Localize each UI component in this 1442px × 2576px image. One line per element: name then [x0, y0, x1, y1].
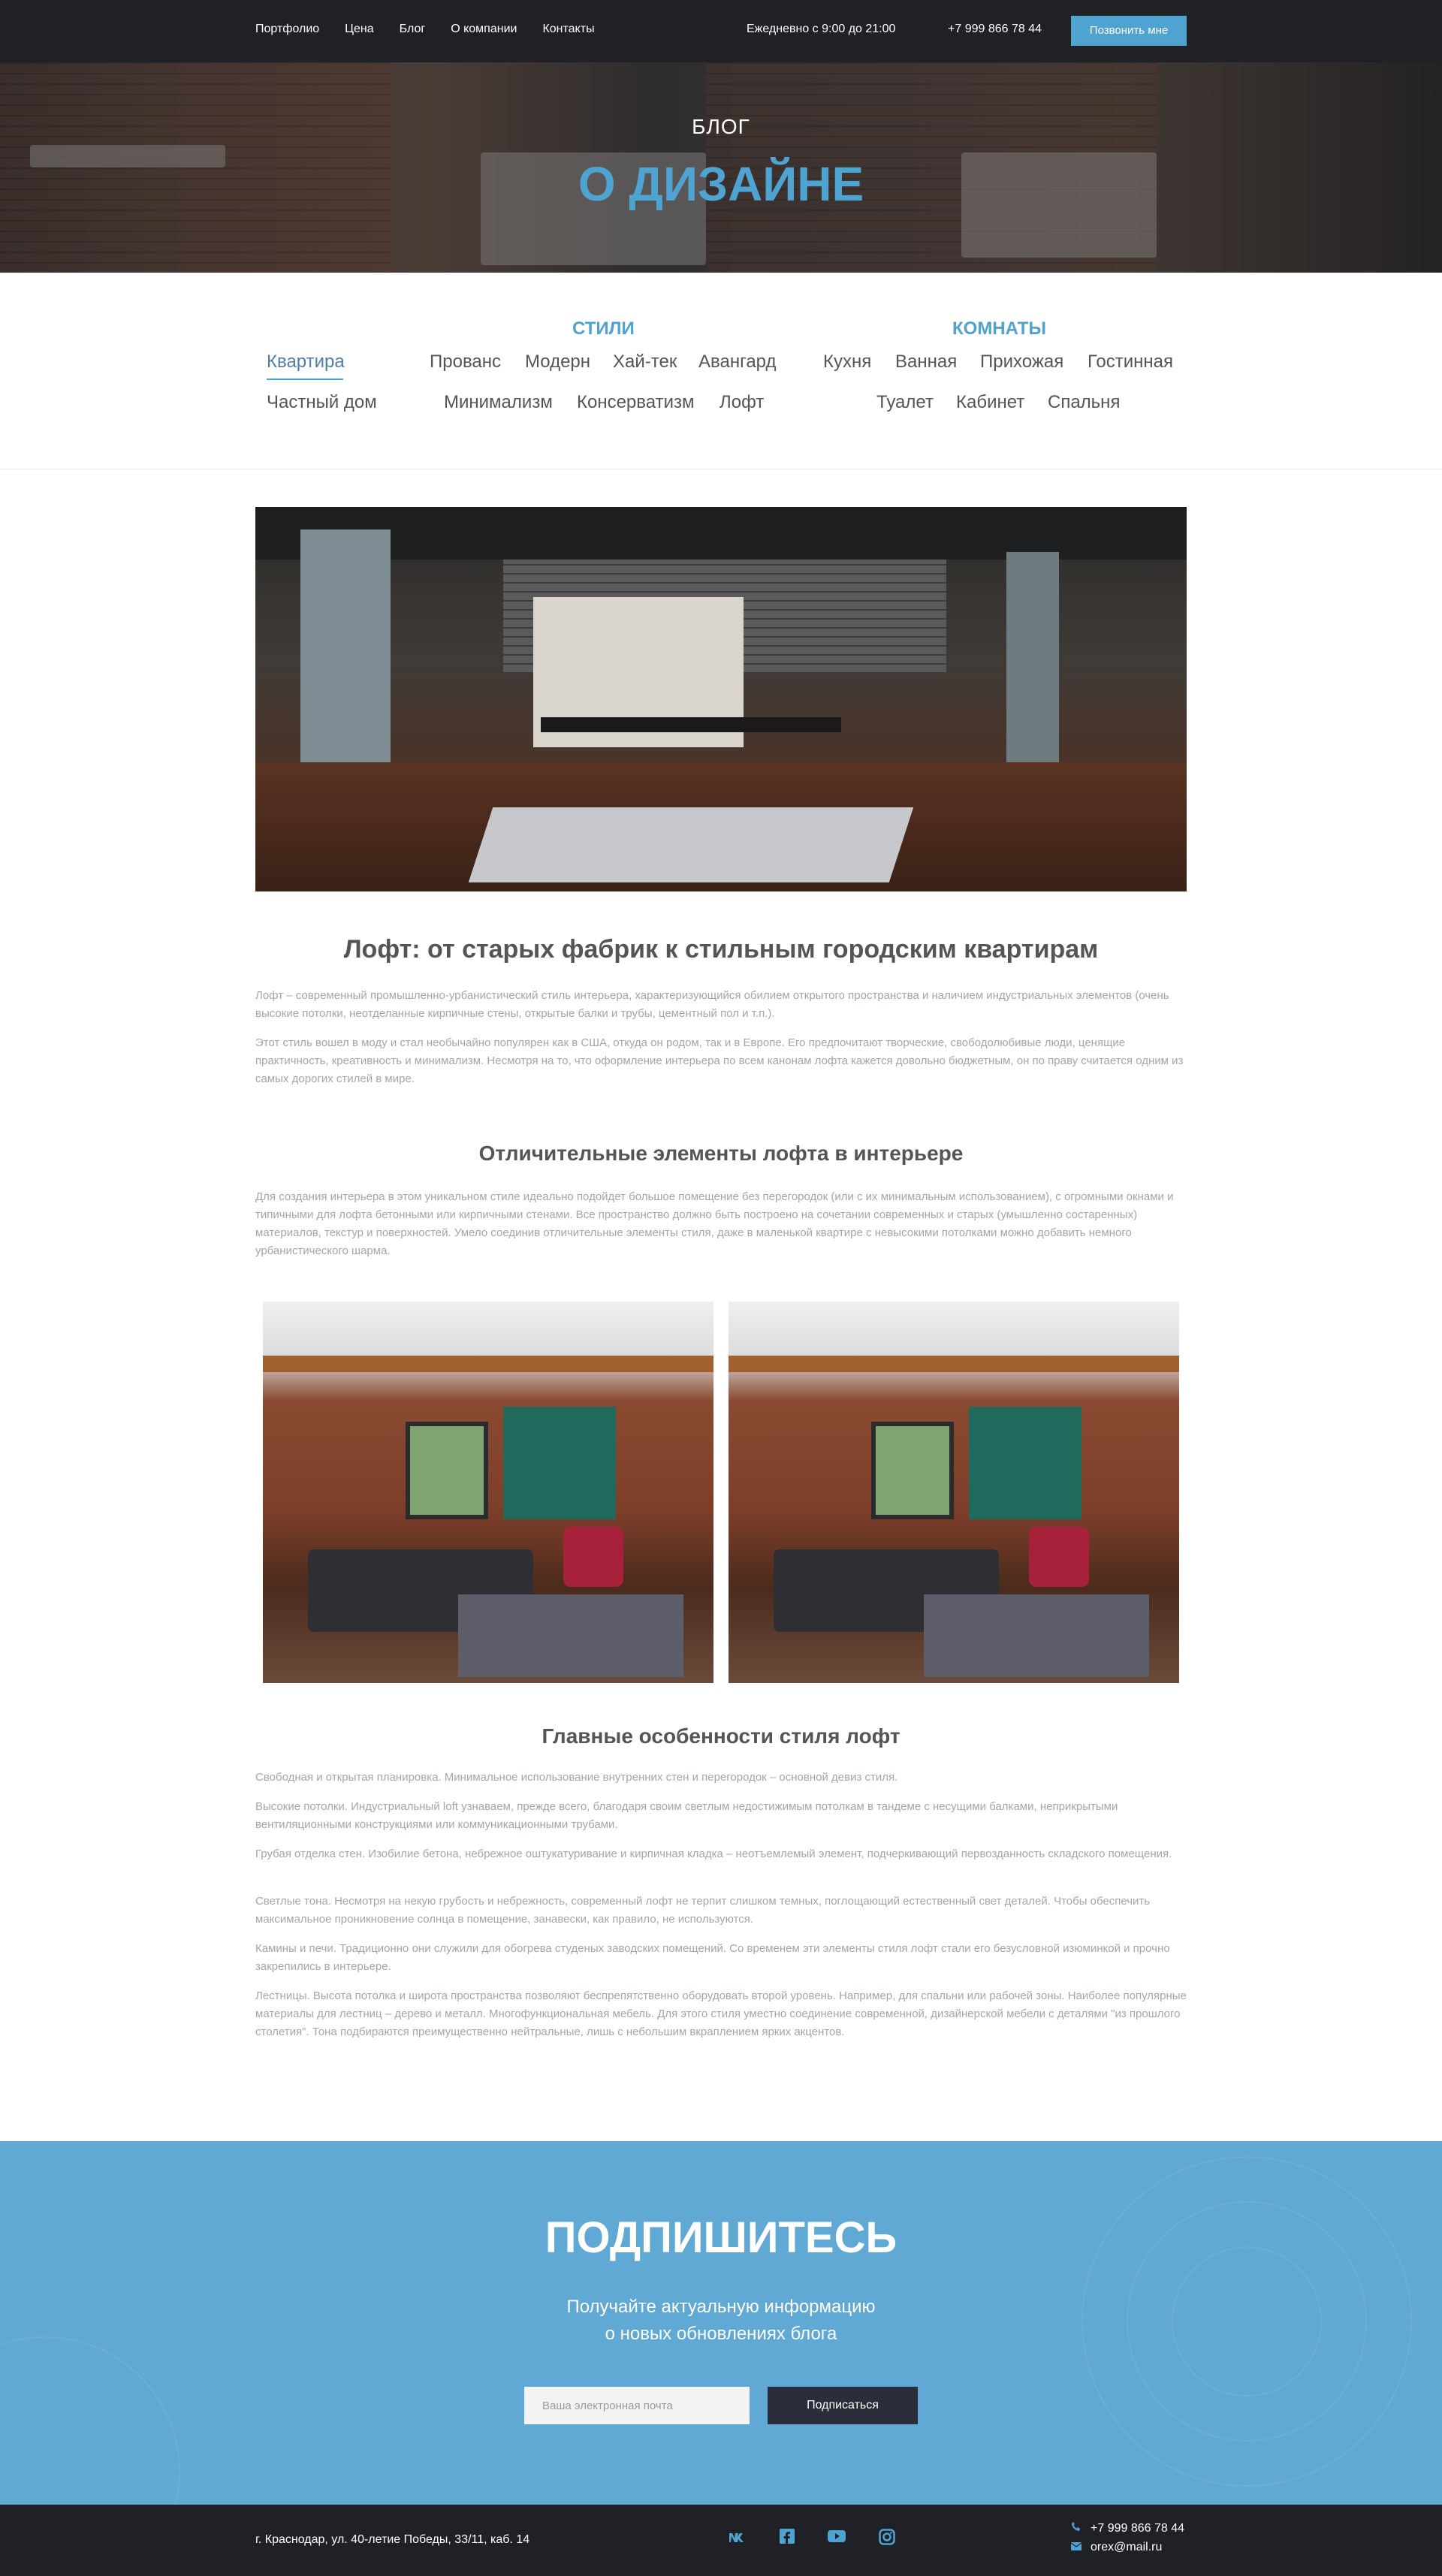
nav-blog[interactable]: Блог	[400, 23, 426, 36]
subscribe-button[interactable]: Подписаться	[768, 2387, 918, 2424]
article-intro-paragraph: Этот стиль вошел в моду и стал необычайн…	[255, 1036, 1184, 1085]
nav-about[interactable]: О компании	[451, 23, 517, 36]
style-loft[interactable]: Лофт	[719, 392, 764, 413]
style-minimalism[interactable]: Минимализм	[444, 392, 553, 413]
section-elements-paragraph: Для создания интерьера в этом уникальном…	[255, 1190, 1174, 1257]
styles-heading: СТИЛИ	[572, 318, 635, 339]
feature-paragraph: Грубая отделка стен. Изобилие бетона, не…	[255, 1848, 1172, 1860]
section-title-features: Главные особенности стиля лофт	[542, 1724, 900, 1748]
section-title-elements: Отличительные элементы лофта в интерьере	[478, 1142, 964, 1165]
main-nav: Портфолио Цена Блог О компании Контакты	[255, 23, 620, 36]
working-hours: Ежедневно с 9:00 до 21:00	[747, 23, 896, 35]
style-modern[interactable]: Модерн	[525, 351, 590, 373]
feature-paragraph: Светлые тона. Несмотря на некую грубость…	[255, 1895, 1151, 1926]
email-input[interactable]	[524, 2387, 750, 2424]
room-toilet[interactable]: Туалет	[876, 392, 934, 413]
top-bar: Портфолио Цена Блог О компании Контакты …	[0, 0, 1442, 62]
phone-icon	[1071, 2521, 1083, 2534]
room-kitchen[interactable]: Кухня	[823, 351, 871, 373]
active-category-underline	[267, 379, 343, 380]
loft-photo-left	[263, 1302, 713, 1683]
room-hallway[interactable]: Прихожая	[980, 351, 1063, 373]
article-intro-paragraph: Лофт – современный промышленно-урбанисти…	[255, 989, 1169, 1020]
room-bathroom[interactable]: Ванная	[895, 351, 957, 373]
footer: г. Краснодар, ул. 40-летие Победы, 33/11…	[0, 2505, 1442, 2576]
footer-email-row: orex@mail.ru	[1070, 2541, 1162, 2554]
footer-address: г. Краснодар, ул. 40-летие Победы, 33/11…	[255, 2533, 530, 2546]
subscribe-text-line2: о новых обновлениях блога	[605, 2324, 837, 2344]
instagram-icon[interactable]	[877, 2529, 897, 2548]
subscribe-text-line1: Получайте актуальную информацию	[566, 2297, 876, 2317]
room-bedroom[interactable]: Спальня	[1048, 392, 1120, 413]
footer-phone-row: +7 999 866 78 44	[1071, 2521, 1184, 2535]
facebook-icon[interactable]	[777, 2529, 797, 2548]
style-avant-garde[interactable]: Авангард	[698, 351, 776, 373]
hero-banner: БЛОГ О ДИЗАЙНЕ	[0, 62, 1442, 273]
hero-subtitle: БЛОГ	[692, 115, 750, 138]
feature-paragraph: Лестницы. Высота потолка и широта простр…	[255, 1989, 1187, 2038]
article-main-image	[255, 507, 1187, 891]
room-study[interactable]: Кабинет	[956, 392, 1024, 413]
nav-contacts[interactable]: Контакты	[542, 23, 594, 36]
nav-price[interactable]: Цена	[345, 23, 373, 36]
category-private-house[interactable]: Частный дом	[267, 392, 377, 413]
rooms-heading: КОМНАТЫ	[952, 318, 1046, 339]
vk-icon[interactable]	[727, 2529, 747, 2548]
header-phone[interactable]: +7 999 866 78 44	[948, 23, 1042, 36]
article-title: Лофт: от старых фабрик к стильным городс…	[343, 935, 1099, 964]
loft-photo-right	[729, 1302, 1179, 1683]
feature-paragraph: Камины и печи. Традиционно они служили д…	[255, 1942, 1170, 1973]
feature-paragraph: Свободная и открытая планировка. Минимал…	[255, 1771, 898, 1784]
hero-title: О ДИЗАЙНЕ	[578, 157, 864, 211]
mail-icon	[1070, 2541, 1083, 2553]
style-provence[interactable]: Прованс	[430, 351, 501, 373]
room-living-room[interactable]: Гостинная	[1088, 351, 1173, 373]
style-hi-tech[interactable]: Хай-тек	[613, 351, 677, 373]
subscribe-section: ПОДПИШИТЕСЬ Получайте актуальную информа…	[0, 2141, 1442, 2505]
call-me-button[interactable]: Позвонить мне	[1071, 16, 1187, 46]
style-conservatism[interactable]: Консерватизм	[577, 392, 694, 413]
youtube-icon[interactable]	[827, 2529, 846, 2548]
nav-portfolio[interactable]: Портфолио	[255, 23, 319, 36]
subscribe-title: ПОДПИШИТЕСЬ	[545, 2213, 897, 2262]
footer-email[interactable]: orex@mail.ru	[1091, 2541, 1162, 2553]
category-apartment[interactable]: Квартира	[267, 351, 345, 373]
footer-phone[interactable]: +7 999 866 78 44	[1091, 2522, 1184, 2535]
feature-paragraph: Высокие потолки. Индустриальный loft узн…	[255, 1800, 1118, 1831]
